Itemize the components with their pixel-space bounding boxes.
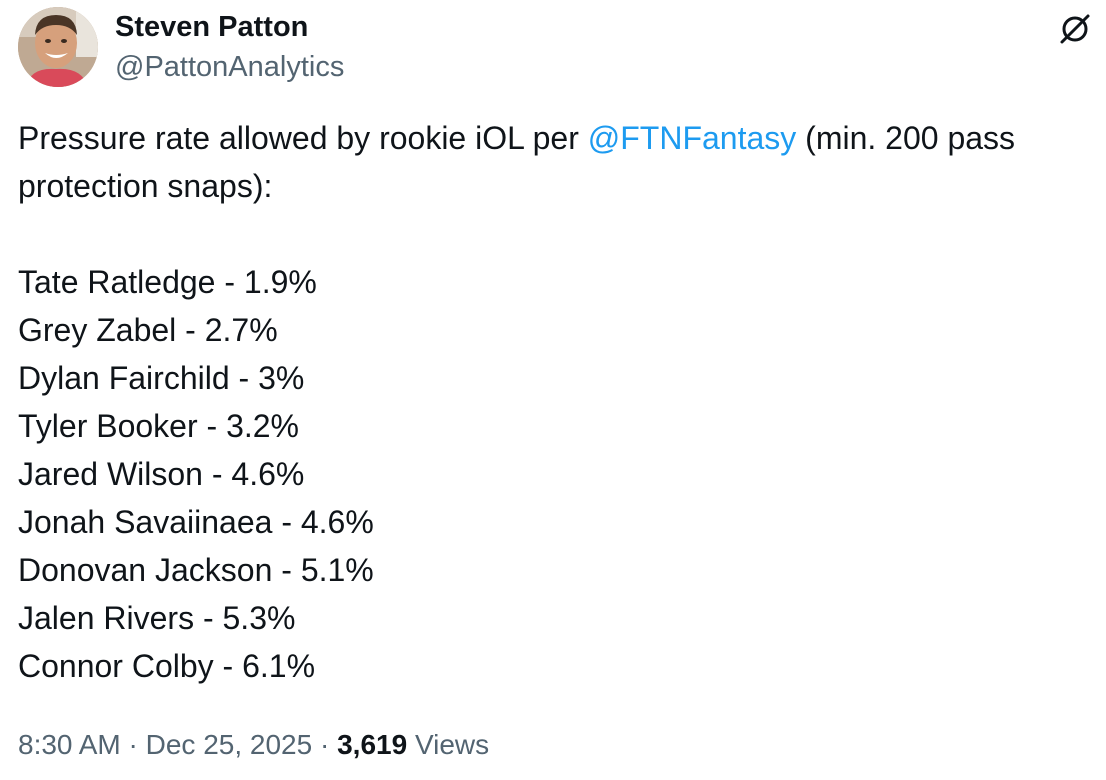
tweet-time[interactable]: 8:30 AM <box>18 729 121 760</box>
list-item: Tyler Booker - 3.2% <box>18 408 299 444</box>
meta-separator: · <box>120 729 146 760</box>
list-item: Jonah Savaiinaea - 4.6% <box>18 504 374 540</box>
views-count: 3,619 <box>337 729 408 760</box>
meta-separator: · <box>312 729 338 760</box>
grok-slash-circle-icon[interactable] <box>1058 12 1092 46</box>
list-item: Tate Ratledge - 1.9% <box>18 264 317 300</box>
avatar[interactable] <box>18 7 98 87</box>
list-item: Connor Colby - 6.1% <box>18 648 316 684</box>
views-label: Views <box>414 729 490 760</box>
list-item: Dylan Fairchild - 3% <box>18 360 305 396</box>
mention-link[interactable]: @FTNFantasy <box>588 120 797 156</box>
list-item: Jalen Rivers - 5.3% <box>18 600 296 636</box>
author-info: Steven Patton @PattonAnalytics <box>115 10 344 84</box>
tweet-card: Steven Patton @PattonAnalytics Pressure … <box>0 0 1106 780</box>
list-item: Donovan Jackson - 5.1% <box>18 552 374 588</box>
tweet-date[interactable]: Dec 25, 2025 <box>146 729 313 760</box>
list-item: Grey Zabel - 2.7% <box>18 312 278 348</box>
avatar-photo <box>18 7 98 87</box>
tweet-text-prefix: Pressure rate allowed by rookie iOL per <box>18 120 588 156</box>
display-name[interactable]: Steven Patton <box>115 10 344 44</box>
list-item: Jared Wilson - 4.6% <box>18 456 305 492</box>
player-list: Tate Ratledge - 1.9% Grey Zabel - 2.7% D… <box>18 258 1103 690</box>
tweet-text: Pressure rate allowed by rookie iOL per … <box>18 114 1103 690</box>
tweet-meta: 8:30 AM · Dec 25, 2025 · 3,619 Views <box>18 726 489 764</box>
user-handle[interactable]: @PattonAnalytics <box>115 50 344 84</box>
